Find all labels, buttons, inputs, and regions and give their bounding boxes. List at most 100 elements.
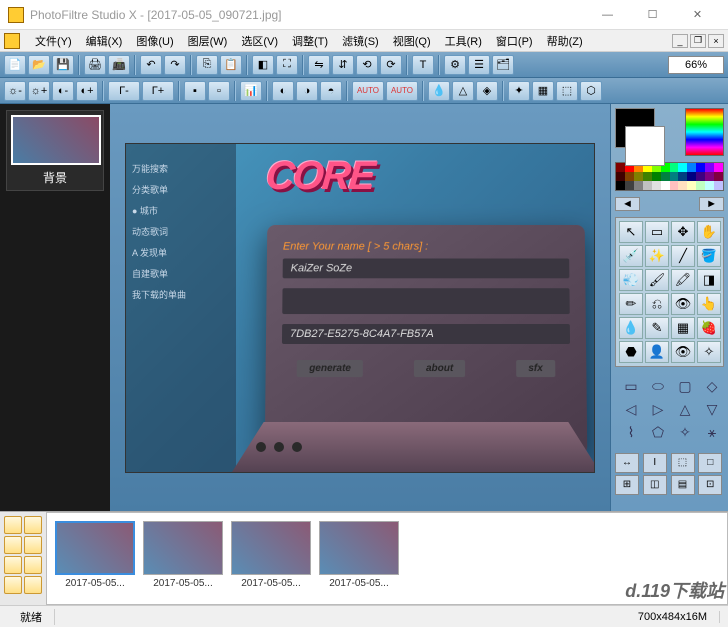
menu-selection[interactable]: 选区(V) xyxy=(234,31,285,51)
saturation-plus-button[interactable]: ▫ xyxy=(208,81,230,101)
palette-color[interactable] xyxy=(696,163,705,172)
pencil-tool[interactable]: ✏ xyxy=(619,293,643,315)
contrast-minus-button[interactable]: ◐- xyxy=(52,81,74,101)
palette-color[interactable] xyxy=(652,172,661,181)
background-color[interactable] xyxy=(625,126,665,166)
opt-2[interactable]: I xyxy=(643,453,667,473)
eyedropper-tool[interactable]: 💉 xyxy=(619,245,643,267)
invert-button[interactable]: ◓ xyxy=(320,81,342,101)
palette-color[interactable] xyxy=(661,172,670,181)
brightness-minus-button[interactable]: ☼- xyxy=(4,81,26,101)
maximize-button[interactable]: ☐ xyxy=(630,1,675,29)
explorer-btn-6[interactable] xyxy=(24,556,42,574)
wand-tool[interactable]: ✨ xyxy=(645,245,669,267)
menu-edit[interactable]: 编辑(X) xyxy=(79,31,130,51)
menu-layer[interactable]: 图层(W) xyxy=(181,31,235,51)
menu-adjust[interactable]: 调整(T) xyxy=(285,31,335,51)
explorer-btn-5[interactable] xyxy=(4,556,22,574)
save-button[interactable]: 💾 xyxy=(52,55,74,75)
palette-color[interactable] xyxy=(714,163,723,172)
explorer-btn-2[interactable] xyxy=(24,516,42,534)
layer-thumbnail-frame[interactable]: 背景 xyxy=(6,110,104,191)
flip-h-button[interactable]: ⇋ xyxy=(308,55,330,75)
close-button[interactable]: ✕ xyxy=(675,1,720,29)
explorer-btn-7[interactable] xyxy=(4,576,22,594)
palette-color[interactable] xyxy=(714,172,723,181)
color-spectrum[interactable] xyxy=(685,108,724,156)
resize-button[interactable]: ⛶ xyxy=(276,55,298,75)
menu-window[interactable]: 窗口(P) xyxy=(489,31,540,51)
line-tool[interactable]: ╱ xyxy=(671,245,695,267)
opt-3[interactable]: ⬚ xyxy=(671,453,695,473)
palette-color[interactable] xyxy=(616,181,625,190)
triangle3-shape[interactable]: △ xyxy=(673,400,697,420)
print-button[interactable]: 🖨 xyxy=(84,55,106,75)
undo-button[interactable]: ↶ xyxy=(140,55,162,75)
palette-color[interactable] xyxy=(643,181,652,190)
triangle2-shape[interactable]: ▷ xyxy=(646,400,670,420)
deform-tool[interactable]: ▦ xyxy=(671,317,695,339)
flip-v-button[interactable]: ⇵ xyxy=(332,55,354,75)
new-button[interactable]: 📄 xyxy=(4,55,26,75)
smudge-tool[interactable]: 👆 xyxy=(697,293,721,315)
open-button[interactable]: 📂 xyxy=(28,55,50,75)
paste-button[interactable]: 📋 xyxy=(220,55,242,75)
thumb-item[interactable]: 2017-05-05... xyxy=(143,521,223,596)
grayscale-button[interactable]: ◐ xyxy=(272,81,294,101)
brush-tool[interactable]: 🖌 xyxy=(645,269,669,291)
lasso-shape[interactable]: ⌇ xyxy=(619,423,643,443)
palette-prev-button[interactable]: ◄ xyxy=(615,197,640,211)
extra-tool[interactable]: ✧ xyxy=(697,341,721,363)
ellipse-shape[interactable]: ⬭ xyxy=(646,377,670,397)
palette-color[interactable] xyxy=(670,172,679,181)
palette-color[interactable] xyxy=(714,181,723,190)
canvas-viewport[interactable]: 万能搜索 分类歌单 ● 城市 动态歌词 A 发现单 自建歌单 我下载的单曲 CO… xyxy=(110,104,610,511)
palette-color[interactable] xyxy=(705,181,714,190)
minimize-button[interactable]: — xyxy=(585,1,630,29)
advanced-brush-tool[interactable]: 🖍 xyxy=(671,269,695,291)
module-button[interactable]: ⬡ xyxy=(580,81,602,101)
polygon-shape[interactable]: ⬠ xyxy=(646,423,670,443)
mdi-restore-icon[interactable]: ❐ xyxy=(690,34,706,48)
palette-color[interactable] xyxy=(678,163,687,172)
rotate-right-button[interactable]: ⟳ xyxy=(380,55,402,75)
copy-button[interactable]: ⎘ xyxy=(196,55,218,75)
histogram-button[interactable]: 📊 xyxy=(240,81,262,101)
blur-button[interactable]: 💧 xyxy=(428,81,450,101)
thumb-item[interactable]: 2017-05-05... xyxy=(231,521,311,596)
palette-color[interactable] xyxy=(670,163,679,172)
relief-button[interactable]: ◈ xyxy=(476,81,498,101)
menu-image[interactable]: 图像(U) xyxy=(129,31,180,51)
auto-levels-button[interactable]: AUTO xyxy=(352,81,384,101)
palette-color[interactable] xyxy=(652,181,661,190)
palette-color[interactable] xyxy=(634,172,643,181)
variations-button[interactable]: ✦ xyxy=(508,81,530,101)
rect-shape[interactable]: ▭ xyxy=(619,377,643,397)
color-palette[interactable] xyxy=(615,162,724,191)
explorer-button[interactable]: 🗂 xyxy=(492,55,514,75)
menu-view[interactable]: 视图(Q) xyxy=(386,31,438,51)
palette-color[interactable] xyxy=(678,181,687,190)
selection-tool[interactable]: ▭ xyxy=(645,221,669,243)
custom-shape[interactable]: ✧ xyxy=(673,423,697,443)
palette-color[interactable] xyxy=(634,181,643,190)
opt-4[interactable]: □ xyxy=(698,453,722,473)
hand-tool[interactable]: ✋ xyxy=(697,221,721,243)
palette-color[interactable] xyxy=(696,172,705,181)
gamma-minus-button[interactable]: Γ- xyxy=(108,81,140,101)
palette-color[interactable] xyxy=(687,172,696,181)
opt-5[interactable]: ⊞ xyxy=(615,475,639,495)
thumb-item[interactable]: 2017-05-05... xyxy=(55,521,135,596)
mdi-minimize-icon[interactable]: _ xyxy=(672,34,688,48)
auto-contrast-button[interactable]: AUTO xyxy=(386,81,418,101)
portrait-tool[interactable]: 👤 xyxy=(645,341,669,363)
palette-color[interactable] xyxy=(616,163,625,172)
palette-color[interactable] xyxy=(705,172,714,181)
automate-button[interactable]: ⚙ xyxy=(444,55,466,75)
stamp-tool[interactable]: ⎌ xyxy=(645,293,669,315)
menu-file[interactable]: 文件(Y) xyxy=(28,31,79,51)
rounded-shape[interactable]: ▢ xyxy=(673,377,697,397)
menu-tools[interactable]: 工具(R) xyxy=(438,31,489,51)
clone-tool[interactable]: 👁 xyxy=(671,293,695,315)
palette-color[interactable] xyxy=(696,181,705,190)
